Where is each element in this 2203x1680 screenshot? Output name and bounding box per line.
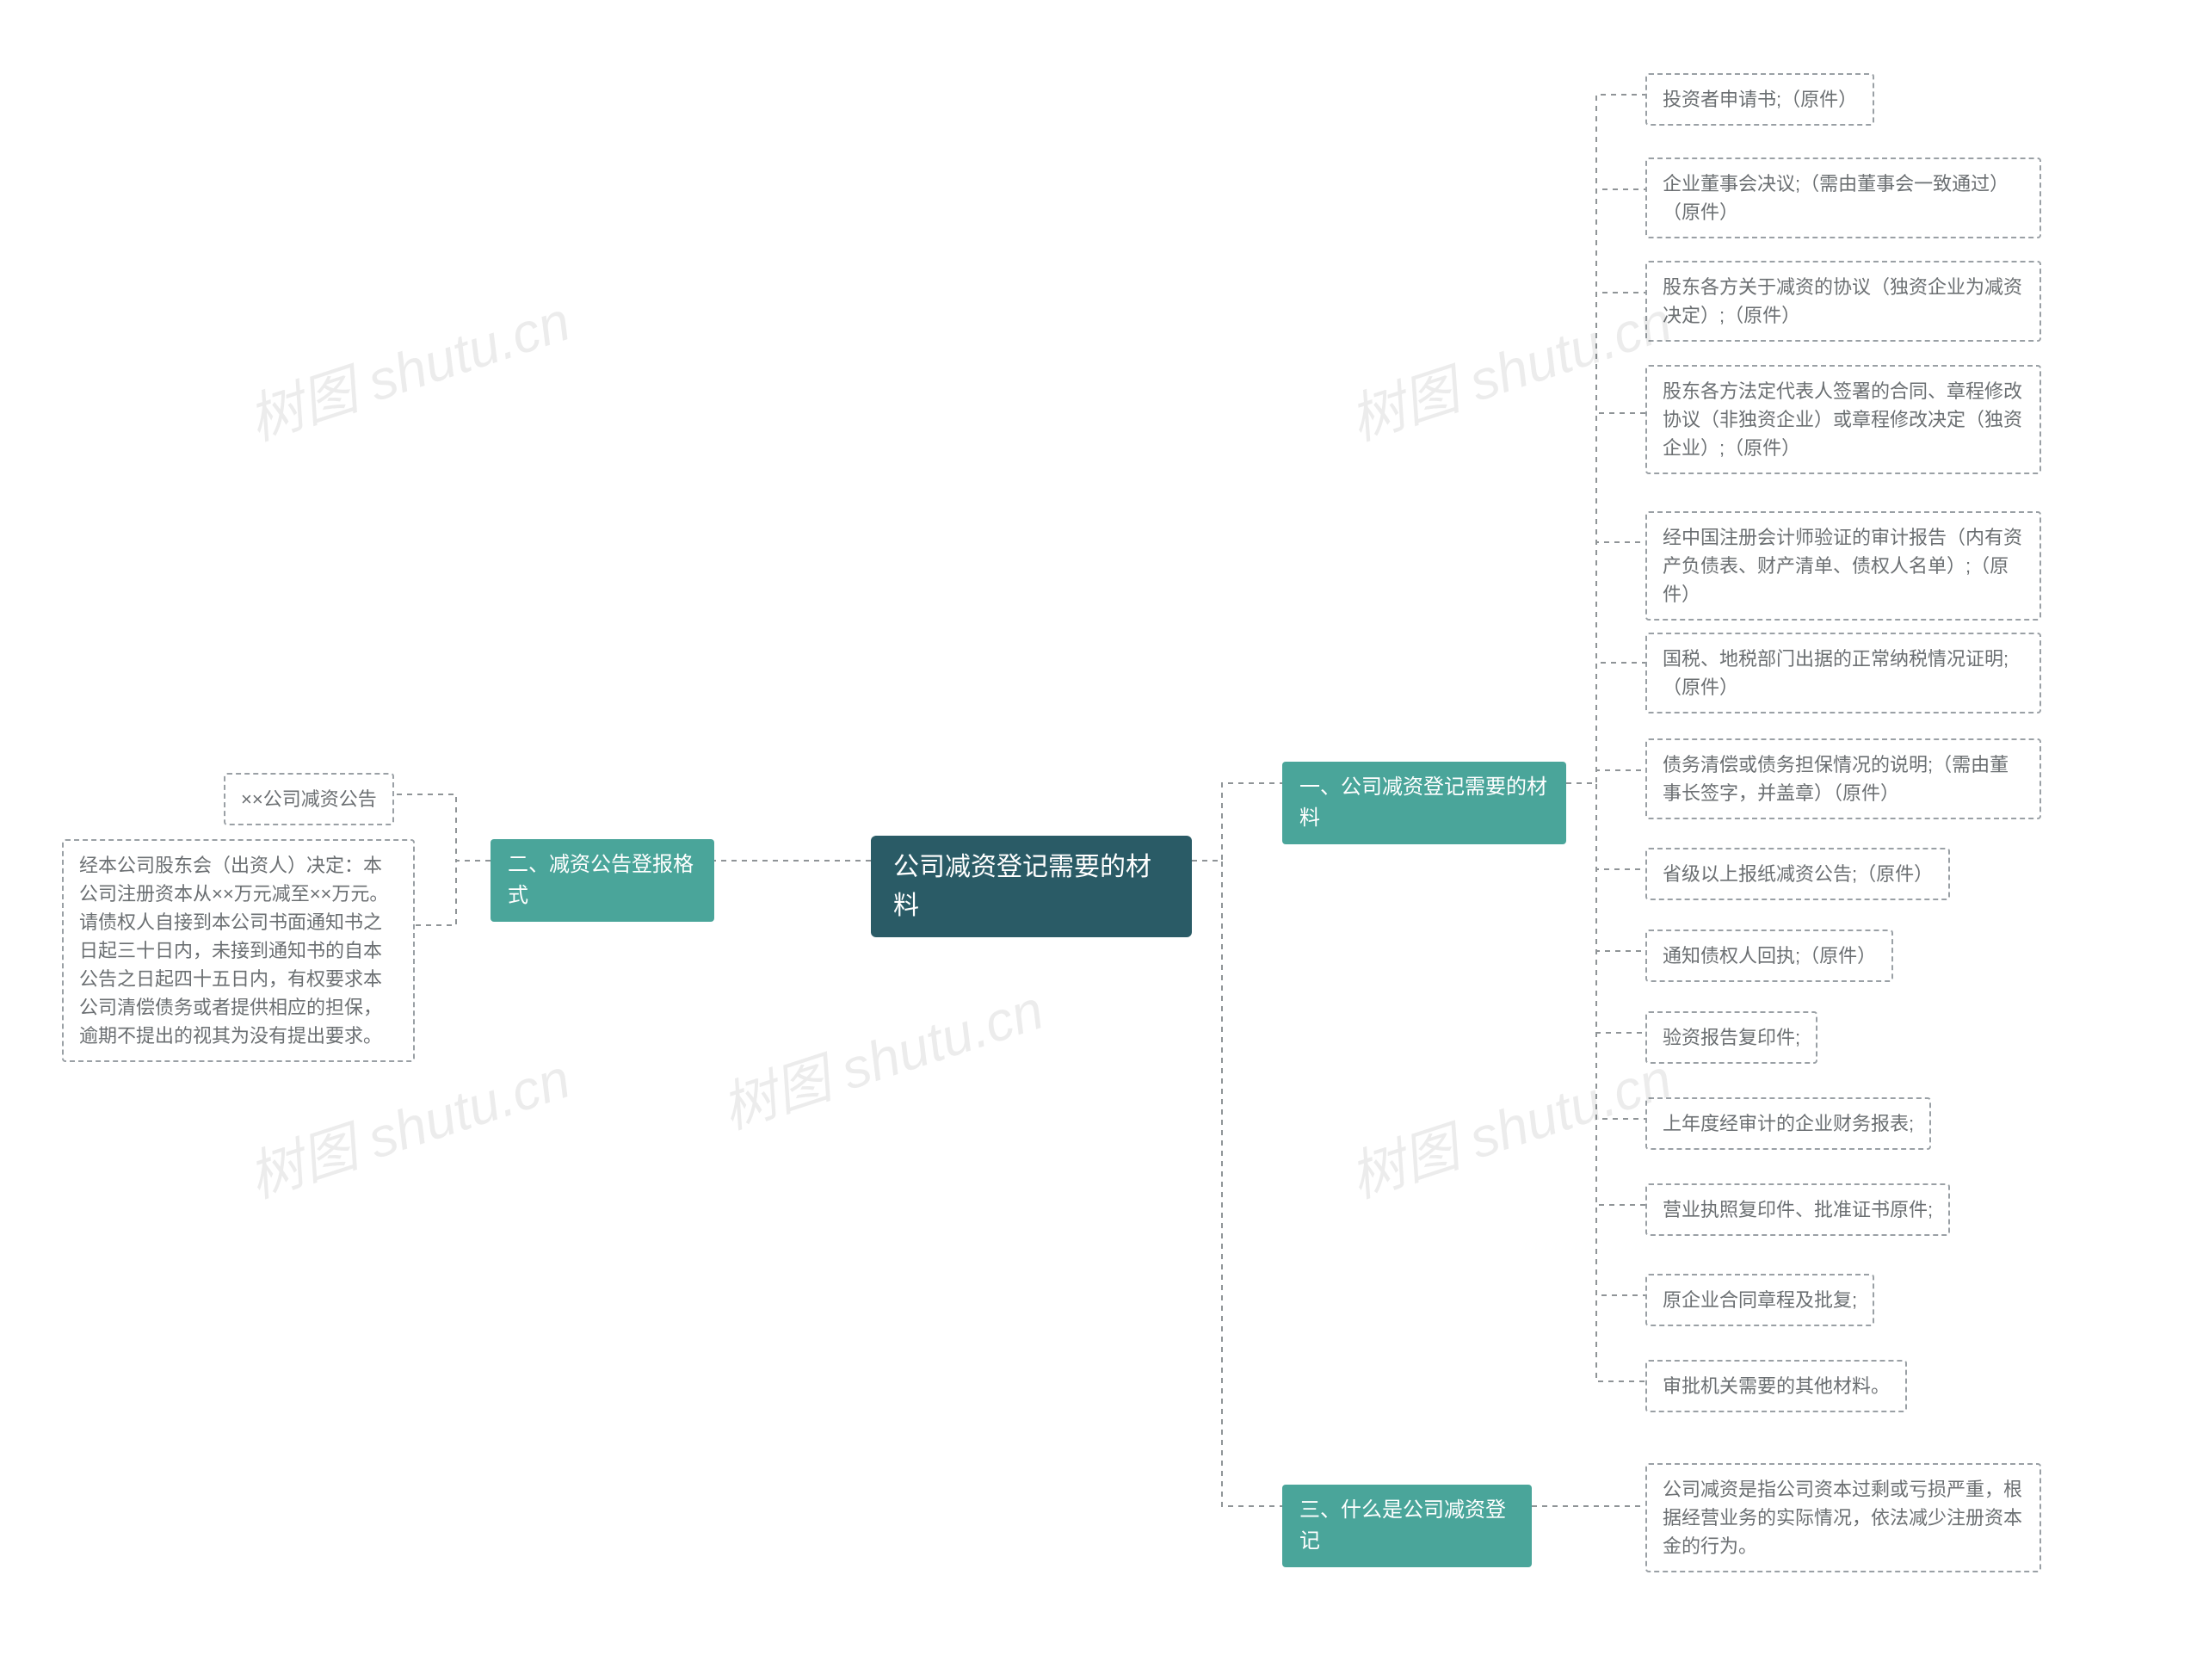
branch-2-item-2: 经本公司股东会（出资人）决定：本公司注册资本从××万元减至××万元。请债权人自接… [62, 839, 415, 1062]
branch-1-item-10: 验资报告复印件; [1645, 1011, 1817, 1064]
branch-1-item-7: 债务清偿或债务担保情况的说明;（需由董事长签字，并盖章）（原件） [1645, 738, 2041, 819]
branch-2[interactable]: 二、减资公告登报格式 [491, 839, 714, 922]
watermark: 树图 shutu.cn [710, 966, 1052, 1144]
branch-2-item-1: ××公司减资公告 [224, 773, 394, 825]
branch-1-item-8: 省级以上报纸减资公告;（原件） [1645, 848, 1950, 900]
branch-1-item-3: 股东各方关于减资的协议（独资企业为减资决定）;（原件） [1645, 261, 2041, 342]
branch-1-item-5: 经中国注册会计师验证的审计报告（内有资产负债表、财产清单、债权人名单）;（原件） [1645, 511, 2041, 621]
branch-1-item-4: 股东各方法定代表人签署的合同、章程修改协议（非独资企业）或章程修改决定（独资企业… [1645, 365, 2041, 474]
branch-1-item-2: 企业董事会决议;（需由董事会一致通过）（原件） [1645, 158, 2041, 238]
branch-1-item-1: 投资者申请书;（原件） [1645, 73, 1874, 126]
branch-1[interactable]: 一、公司减资登记需要的材料 [1282, 762, 1566, 844]
watermark: 树图 shutu.cn [1338, 1035, 1680, 1213]
branch-1-item-6: 国税、地税部门出据的正常纳税情况证明;（原件） [1645, 633, 2041, 713]
branch-1-item-13: 原企业合同章程及批复; [1645, 1274, 1874, 1326]
root-node[interactable]: 公司减资登记需要的材料 [871, 836, 1192, 937]
branch-1-item-12: 营业执照复印件、批准证书原件; [1645, 1183, 1950, 1236]
branch-3[interactable]: 三、什么是公司减资登记 [1282, 1485, 1532, 1567]
branch-1-item-11: 上年度经审计的企业财务报表; [1645, 1097, 1931, 1150]
watermark: 树图 shutu.cn [237, 277, 578, 455]
branch-1-item-9: 通知债权人回执;（原件） [1645, 930, 1893, 982]
watermark: 树图 shutu.cn [1338, 277, 1680, 455]
branch-3-item-1: 公司减资是指公司资本过剩或亏损严重，根据经营业务的实际情况，依法减少注册资本金的… [1645, 1463, 2041, 1572]
branch-1-item-14: 审批机关需要的其他材料。 [1645, 1360, 1907, 1412]
